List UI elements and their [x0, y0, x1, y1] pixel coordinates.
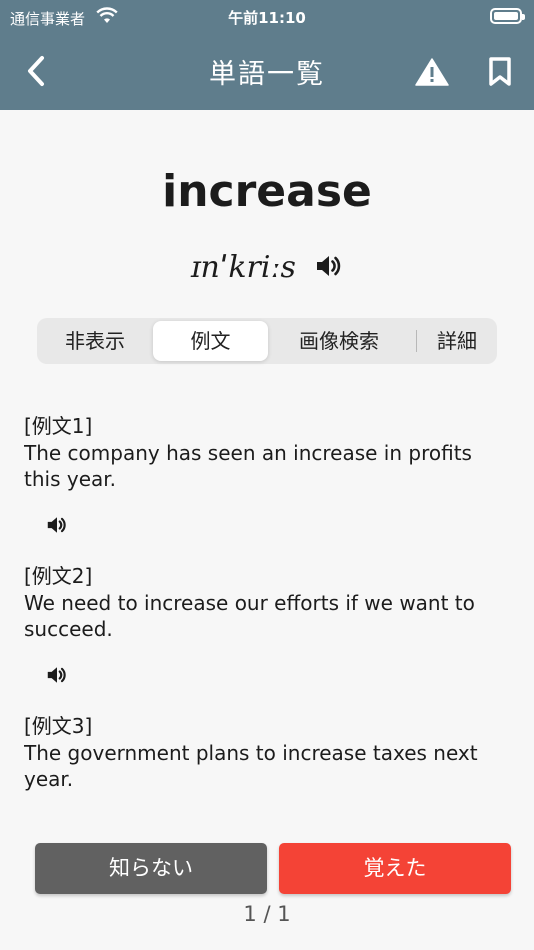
status-bar: 通信事業者 午前11:10	[0, 0, 534, 34]
example-sentence: The company has seen an increase in prof…	[24, 441, 472, 491]
report-button[interactable]	[410, 52, 454, 92]
tab-image-search[interactable]: 画像検索	[268, 318, 410, 364]
example-speaker-button[interactable]	[24, 492, 510, 558]
tab-examples[interactable]: 例文	[153, 321, 268, 361]
example-speaker-button[interactable]	[24, 642, 510, 708]
pronunciation-row: ɪnˈkriːs	[0, 250, 534, 285]
clock: 午前11:10	[228, 9, 306, 27]
example-item: [例文3] The government plans to increase t…	[24, 712, 510, 792]
word-speaker-button[interactable]	[315, 253, 343, 283]
dont-know-button[interactable]: 知らない	[35, 843, 267, 894]
page-indicator: 1 / 1	[243, 902, 291, 926]
example-sentence: We need to increase our efforts if we wa…	[24, 591, 475, 641]
tab-hide[interactable]: 非表示	[37, 318, 153, 364]
example-item: [例文2] We need to increase our efforts if…	[24, 562, 510, 708]
example-item: [例文1] The company has seen an increase i…	[24, 412, 510, 558]
speaker-icon	[47, 667, 66, 683]
example-label: [例文3]	[24, 714, 93, 738]
bookmark-button[interactable]	[480, 52, 520, 92]
speaker-icon	[47, 517, 66, 533]
warning-icon	[415, 58, 449, 86]
top-bar: 通信事業者 午前11:10 単語一覧	[0, 0, 534, 110]
example-sentence: The government plans to increase taxes n…	[24, 741, 478, 791]
speaker-icon	[317, 255, 341, 276]
tab-details[interactable]: 詳細	[417, 318, 497, 364]
battery-icon	[490, 8, 525, 24]
bookmark-icon	[489, 57, 511, 86]
pronunciation-text: ɪnˈkriːs	[190, 250, 296, 285]
example-list[interactable]: [例文1] The company has seen an increase i…	[24, 412, 510, 810]
segmented-control: 非表示 例文 画像検索 詳細	[37, 318, 497, 364]
word-heading: increase	[162, 166, 372, 217]
example-label: [例文2]	[24, 564, 93, 588]
example-label: [例文1]	[24, 414, 93, 438]
memorized-button[interactable]: 覚えた	[279, 843, 511, 894]
